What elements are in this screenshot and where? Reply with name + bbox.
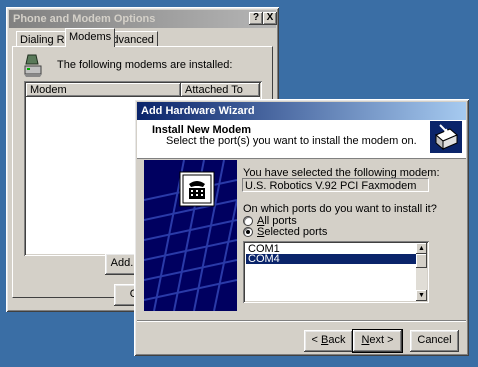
port-list-scrollbar[interactable]: ▲ ▼ — [416, 243, 427, 301]
cancel-button[interactable]: Cancel — [410, 330, 459, 352]
hardware-wizard-icon — [430, 121, 462, 153]
wizard-side-graphic — [144, 160, 237, 311]
phone-line-graphic — [144, 160, 237, 311]
port-item-com4[interactable]: COM4 — [246, 254, 417, 265]
radio-selected-ports-button[interactable] — [243, 227, 253, 237]
tab-modems[interactable]: Modems — [65, 28, 116, 47]
modem-name-field: U.S. Robotics V.92 PCI Faxmodem — [242, 178, 429, 192]
column-attached-to[interactable]: Attached To — [181, 83, 260, 97]
add-hardware-wizard-window: Add Hardware Wizard Install New Modem Se… — [134, 99, 469, 356]
scroll-down-arrow-icon[interactable]: ▼ — [416, 290, 427, 301]
help-button[interactable]: ? — [249, 12, 263, 25]
radio-selected-ports[interactable]: Selected ports — [243, 226, 333, 238]
window-title: Phone and Modem Options — [13, 13, 156, 25]
modem-name-value: U.S. Robotics V.92 PCI Faxmodem — [245, 180, 417, 192]
window-title: Add Hardware Wizard — [141, 105, 255, 117]
close-button[interactable]: X — [263, 12, 277, 25]
radio-all-ports-button[interactable] — [243, 216, 253, 226]
header-subtitle: Select the port(s) you want to install t… — [166, 135, 417, 147]
port-list[interactable]: COM1 COM4 ▲ ▼ — [243, 241, 429, 303]
port-question: On which ports do you want to install it… — [243, 203, 437, 215]
title-bar[interactable]: Add Hardware Wizard — [137, 102, 466, 120]
modem-phone-icon — [24, 54, 42, 77]
radio-selected-ports-label: Selected ports — [257, 226, 328, 238]
desktop: { "back_window": { "title": "Phone and M… — [0, 0, 478, 367]
next-button[interactable]: Next > — [352, 329, 403, 353]
wizard-header: Install New Modem Select the port(s) you… — [137, 120, 466, 159]
column-modem[interactable]: Modem — [26, 83, 181, 97]
footer-divider — [137, 320, 466, 322]
installed-modems-label: The following modems are installed: — [57, 59, 233, 71]
scroll-thumb[interactable] — [416, 254, 427, 268]
title-bar[interactable]: Phone and Modem Options — [9, 10, 276, 28]
scroll-up-arrow-icon[interactable]: ▲ — [416, 243, 427, 254]
back-button[interactable]: < Back — [304, 330, 353, 352]
